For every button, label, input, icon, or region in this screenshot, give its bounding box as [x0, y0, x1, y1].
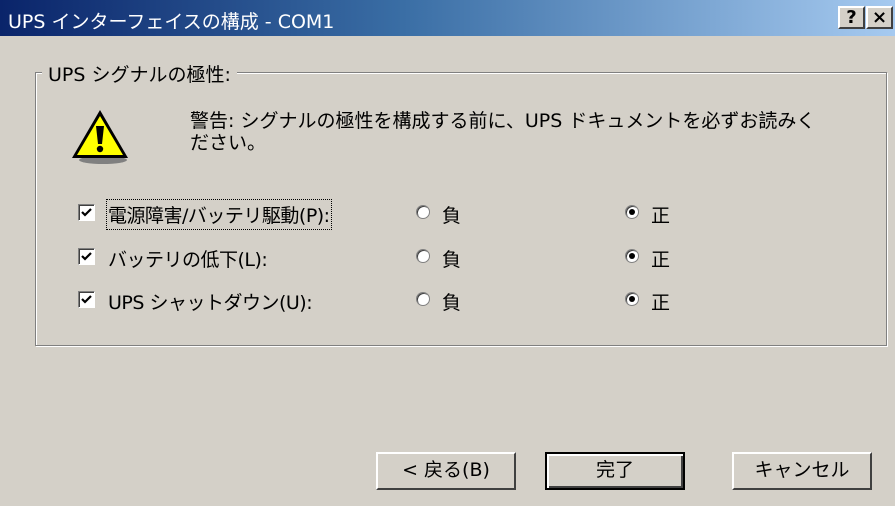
signal-row-power-failure: 電源障害/バッテリ駆動(P): 負 正: [78, 199, 878, 230]
warning-text: 警告: シグナルの極性を構成する前に、UPS ドキュメントを必ずお読みください。: [190, 110, 816, 154]
title-bar: UPS インターフェイスの構成 - COM1 ? ×: [0, 0, 895, 36]
low-battery-label[interactable]: バッテリの低下(L):: [108, 245, 268, 272]
ups-shutdown-positive-radio[interactable]: [625, 292, 639, 306]
checkmark-icon: [81, 252, 92, 261]
power-failure-negative-radio[interactable]: [416, 205, 430, 219]
positive-label: 正: [651, 249, 671, 271]
power-failure-positive-radio[interactable]: [625, 205, 639, 219]
signal-row-ups-shutdown: UPS シャットダウン(U): 負 正: [78, 286, 878, 314]
window-title: UPS インターフェイスの構成 - COM1: [8, 11, 335, 33]
ups-shutdown-label[interactable]: UPS シャットダウン(U):: [108, 288, 313, 315]
signal-row-low-battery: バッテリの低下(L): 負 正: [78, 243, 878, 271]
positive-label: 正: [651, 292, 671, 314]
close-button[interactable]: ×: [866, 6, 893, 29]
negative-label: 負: [442, 292, 462, 314]
checkmark-icon: [81, 208, 92, 217]
checkmark-icon: [81, 295, 92, 304]
ups-shutdown-checkbox[interactable]: [78, 291, 95, 308]
power-failure-checkbox[interactable]: [78, 204, 95, 221]
low-battery-negative-radio[interactable]: [416, 249, 430, 263]
back-button[interactable]: < 戻る(B): [376, 452, 516, 490]
negative-label: 負: [442, 249, 462, 271]
low-battery-checkbox[interactable]: [78, 248, 95, 265]
positive-label: 正: [651, 205, 671, 227]
negative-label: 負: [442, 205, 462, 227]
finish-button[interactable]: 完了: [545, 452, 685, 490]
power-failure-label[interactable]: 電源障害/バッテリ駆動(P):: [106, 199, 332, 230]
group-title: UPS シグナルの極性:: [42, 60, 237, 87]
cancel-button[interactable]: キャンセル: [732, 452, 872, 490]
help-button[interactable]: ?: [838, 6, 865, 29]
warning-icon: [72, 110, 128, 164]
ups-shutdown-negative-radio[interactable]: [416, 292, 430, 306]
low-battery-positive-radio[interactable]: [625, 249, 639, 263]
